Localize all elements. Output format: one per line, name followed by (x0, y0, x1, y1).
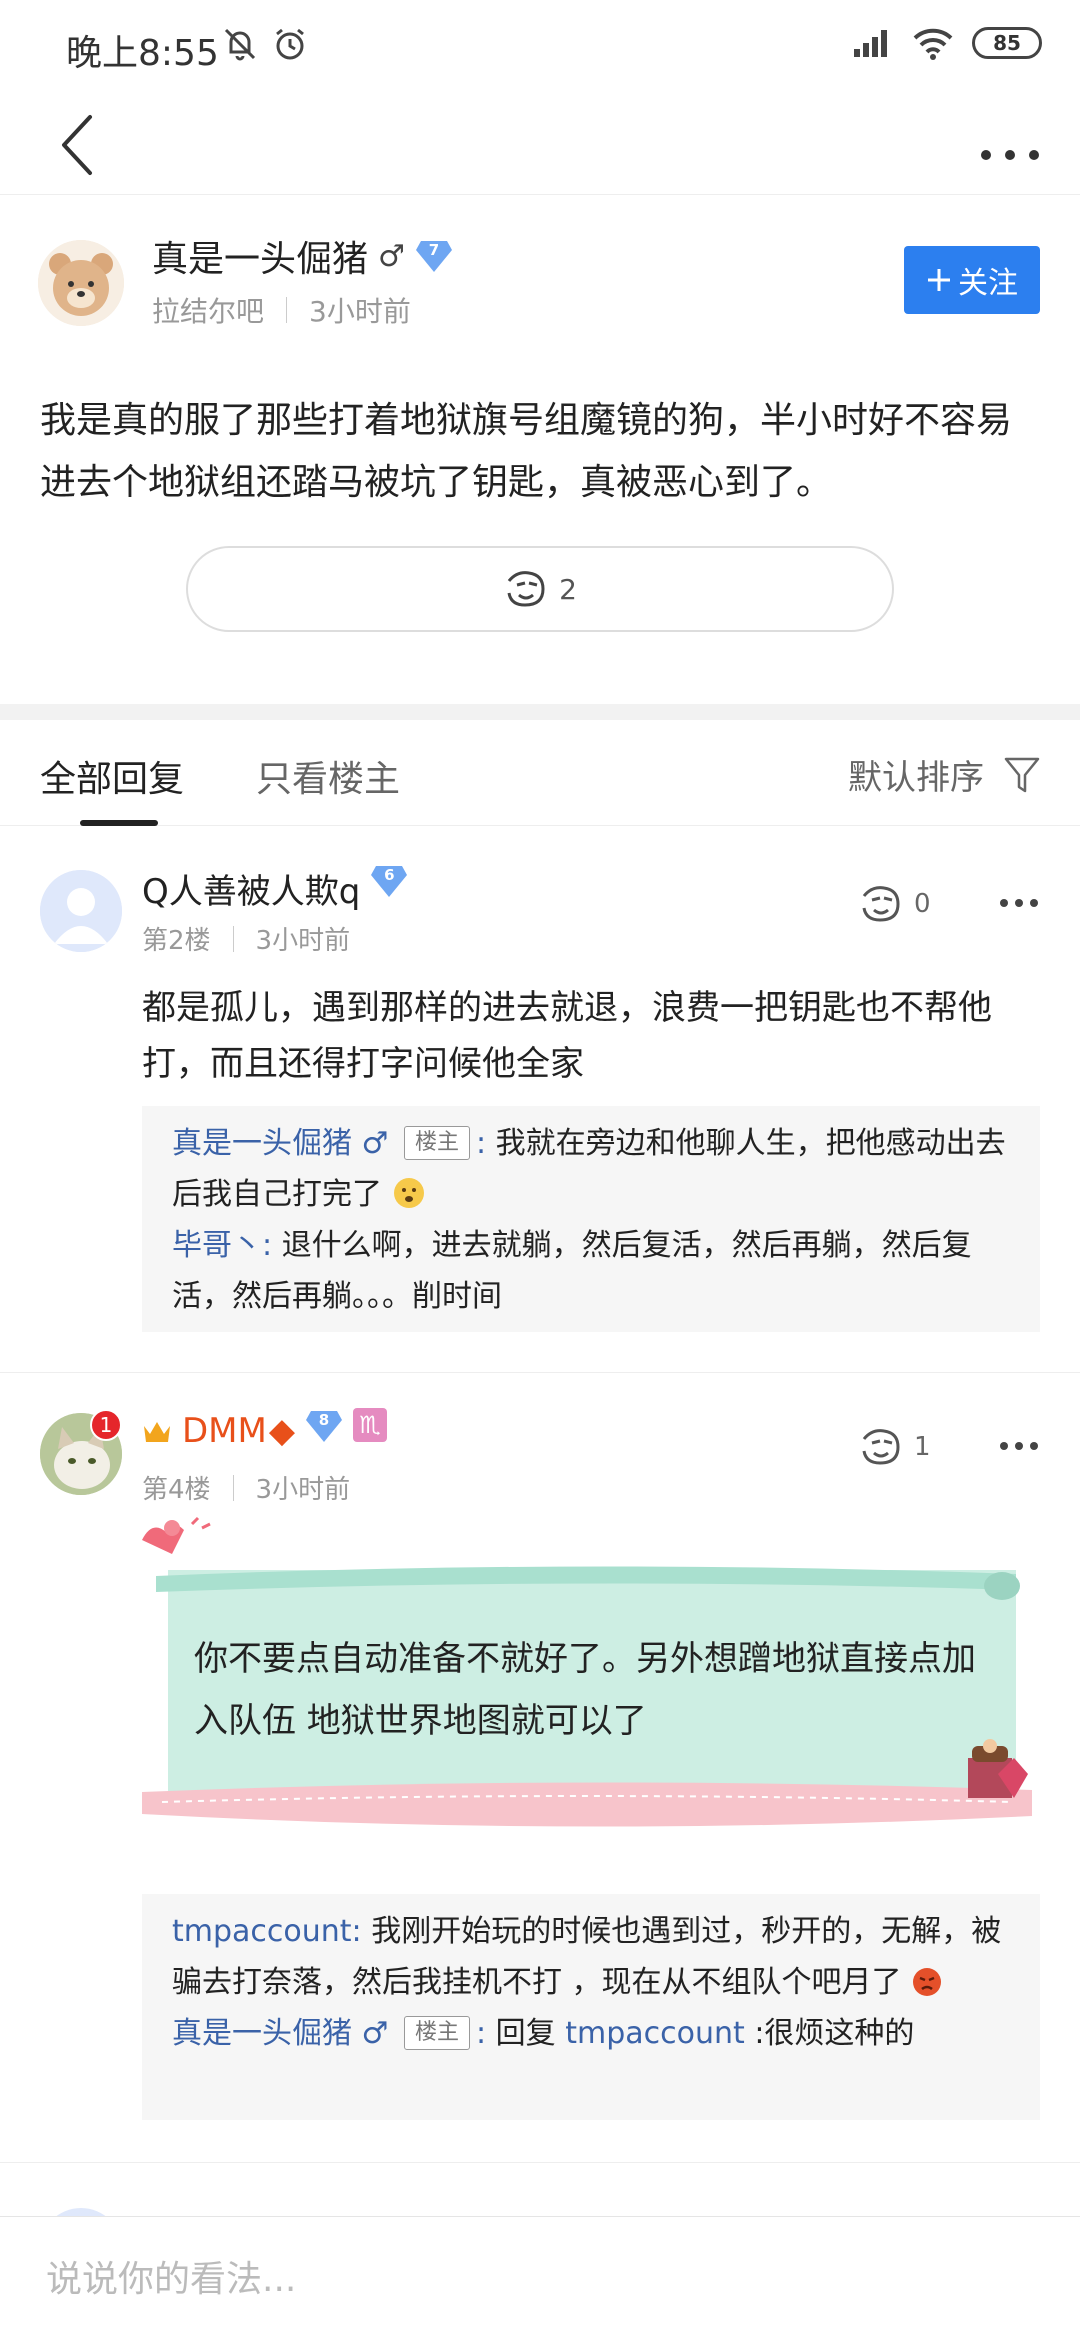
reply-target[interactable]: tmpaccount (565, 2016, 745, 2051)
sub-reply-author[interactable]: 真是一头倔猪 (172, 1126, 352, 1161)
battery-indicator: 85 (972, 27, 1042, 59)
sub-reply-text: 退什么啊，进去就躺，然后复活，然后再躺，然后复活，然后再躺。。。削时间 (172, 1228, 972, 1314)
status-time: 晚上8:55 (66, 33, 219, 74)
owner-tag: 楼主 (404, 2016, 471, 2050)
gender-icon: ♂ (378, 238, 405, 274)
reply-more-button[interactable] (994, 888, 1044, 918)
back-arrow-icon (62, 115, 92, 175)
plus-icon (928, 269, 950, 291)
like-face-icon (862, 886, 900, 922)
reply-divider (0, 2162, 1080, 2163)
default-avatar-icon (40, 870, 122, 952)
reply-meta: 第4楼 3小时前 (142, 1469, 350, 1506)
owner-tag: 楼主 (404, 1126, 471, 1160)
comment-input-bar (0, 2216, 1080, 2340)
more-options-button[interactable] (970, 115, 1050, 175)
status-bar: 晚上8:55 85 (0, 0, 1080, 95)
floor-number: 第4楼 (142, 1475, 211, 1505)
notification-badge: 1 (90, 1409, 122, 1441)
sub-replies-box[interactable]: 真是一头倔猪 ♂ 楼主: 我就在旁边和他聊人生，把他感动出去后我自己打完了 毕哥… (142, 1106, 1040, 1332)
reply-author-name[interactable]: DMM (182, 1411, 267, 1451)
post-author-name[interactable]: 真是一头倔猪 ♂ 7 (152, 230, 453, 282)
surprised-emoji-icon (393, 1178, 424, 1208)
wifi-icon (913, 28, 953, 60)
crown-icon (144, 1422, 170, 1442)
more-dots-icon (981, 150, 1039, 160)
sub-reply-author[interactable]: tmpaccount (172, 1914, 352, 1949)
reply-like-button[interactable]: 1 (858, 1427, 931, 1467)
filter-icon (1004, 757, 1040, 792)
reply-author-name[interactable]: Q人善被人欺q (142, 864, 360, 913)
reply-author[interactable]: DMM ◆ 8 ♏ (142, 1408, 388, 1451)
reply-floor-2: Q人善被人欺q 6 第2楼 3小时前 0 都是孤儿，遇到那样的进去就退，浪费一把… (0, 826, 1080, 1372)
sub-reply-text: :很烦这种的 (754, 2016, 915, 2051)
sub-reply: 毕哥丶: 退什么啊，进去就躺，然后复活，然后再躺，然后复活，然后再躺。。。削时间 (172, 1228, 972, 1314)
reply-tabs: 全部回复 只看楼主 默认排序 (0, 720, 1080, 826)
reply-like-count: 1 (914, 1432, 931, 1462)
nav-bar (0, 95, 1080, 195)
sub-reply: tmpaccount: 我刚开始玩的时候也遇到过，秒开的，无解，被骗去打奈落，然… (172, 1914, 1002, 2000)
post-author-avatar[interactable] (38, 240, 124, 326)
more-dots-icon (1000, 1442, 1038, 1450)
reply-author[interactable]: Q人善被人欺q 6 (142, 864, 408, 913)
angry-emoji-icon (913, 1968, 942, 1996)
sub-reply-author[interactable]: 毕哥丶 (172, 1228, 262, 1263)
follow-button[interactable]: 关注 (904, 246, 1040, 314)
forum-name[interactable]: 拉结尔吧 (152, 290, 264, 330)
reply-word: 回复 (495, 2016, 556, 2051)
reply-time: 3小时前 (255, 1475, 351, 1505)
follow-label: 关注 (958, 266, 1018, 301)
alarm-icon (276, 28, 304, 60)
sort-label: 默认排序 (848, 758, 984, 798)
reply-text: 都是孤儿，遇到那样的进去就退，浪费一把钥匙也不帮他打，而且还得打字问候他全家 (142, 988, 992, 1084)
section-divider (0, 704, 1080, 720)
zodiac-badge: ♏ (353, 1408, 388, 1442)
reply-avatar[interactable] (40, 870, 122, 952)
gender-icon: ♂ (361, 1126, 389, 1161)
next-reply-avatar (40, 2208, 122, 2216)
more-dots-icon (1000, 899, 1038, 907)
floor-number: 第2楼 (142, 926, 211, 956)
bear-avatar-icon (38, 240, 124, 326)
post-time: 3小时前 (309, 295, 411, 328)
next-reply-peek (0, 2186, 1080, 2216)
sub-replies-box[interactable]: tmpaccount: 我刚开始玩的时候也遇到过，秒开的，无解，被骗去打奈落，然… (142, 1894, 1040, 2120)
level-badge: 8 (305, 1409, 343, 1443)
reply-meta: 第2楼 3小时前 (142, 920, 350, 957)
reply-text: 你不要点自动准备不就好了。另外想蹭地狱直接点加入队伍 地狱世界地图就可以了 (194, 1639, 976, 1741)
sub-reply-author[interactable]: 真是一头倔猪 (172, 2016, 352, 2051)
level-badge: 7 (415, 239, 453, 273)
cupid-icon (142, 1516, 211, 1554)
mute-bell-icon (224, 28, 256, 61)
sub-reply: 真是一头倔猪 ♂ 楼主: 回复 tmpaccount :很烦这种的 (172, 2016, 915, 2051)
reply-like-button[interactable]: 0 (858, 884, 931, 924)
diamond-suffix: ◆ (268, 1411, 296, 1451)
sort-button[interactable]: 默认排序 (848, 750, 1040, 799)
tab-owner-only[interactable]: 只看楼主 (256, 750, 400, 802)
level-badge: 6 (370, 864, 408, 898)
decorated-reply-card: 你不要点自动准备不就好了。另外想蹭地狱直接点加入队伍 地狱世界地图就可以了 (142, 1516, 1032, 1858)
sub-reply: 真是一头倔猪 ♂ 楼主: 我就在旁边和他聊人生，把他感动出去后我自己打完了 (172, 1126, 1006, 1212)
reply-like-count: 0 (914, 889, 931, 919)
post-like-count: 2 (559, 572, 577, 606)
signal-icon (854, 30, 887, 57)
post-like-button[interactable]: 2 (186, 546, 894, 632)
like-face-icon (862, 1429, 900, 1465)
post-body-text: 我是真的服了那些打着地狱旗号组魔镜的狗，半小时好不容易进去个地狱组还踏马被坑了钥… (40, 400, 1013, 503)
post-meta: 拉结尔吧 3小时前 (152, 290, 411, 330)
gender-icon: ♂ (361, 2016, 389, 2051)
comment-input[interactable] (46, 2247, 1036, 2311)
reply-time: 3小时前 (255, 926, 351, 956)
reply-more-button[interactable] (994, 1431, 1044, 1461)
like-face-icon (507, 571, 545, 607)
back-button[interactable] (50, 105, 120, 185)
tab-all-replies[interactable]: 全部回复 (40, 750, 184, 802)
post-author-username[interactable]: 真是一头倔猪 (152, 230, 368, 282)
